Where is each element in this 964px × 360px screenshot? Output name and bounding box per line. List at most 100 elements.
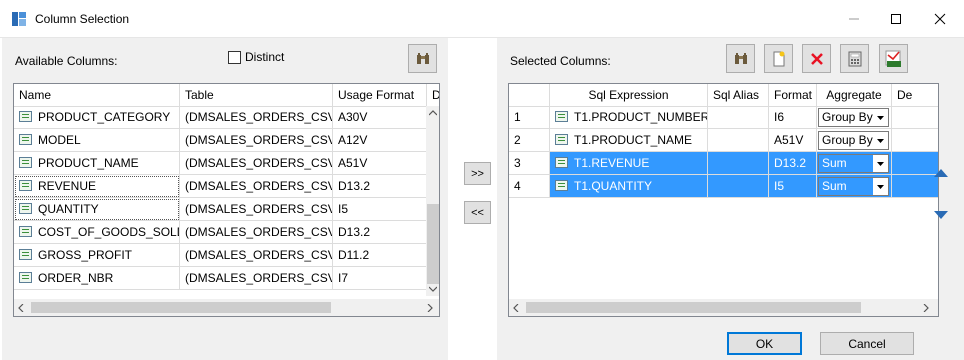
de-cell[interactable] — [892, 106, 938, 129]
table-cell[interactable]: (DMSALES_ORDERS_CSV) — [180, 267, 333, 290]
vertical-scroll-thumb[interactable] — [427, 204, 439, 284]
find-selected-button[interactable] — [726, 44, 755, 73]
header-usage-format[interactable]: Usage Format — [333, 84, 427, 107]
sql-expression-cell[interactable]: T1.QUANTITY — [550, 175, 708, 198]
table-cell[interactable]: (DMSALES_ORDERS_CSV) — [180, 175, 333, 198]
sql-alias-cell[interactable] — [708, 106, 769, 129]
usage-format-cell[interactable]: D13.2 — [333, 221, 427, 244]
minimize-button[interactable] — [834, 4, 874, 34]
available-column-row[interactable]: PRODUCT_CATEGORY (DMSALES_ORDERS_CSV) A30V — [14, 106, 427, 129]
move-down-button[interactable] — [927, 201, 955, 229]
dropdown-arrow-icon[interactable] — [873, 155, 888, 172]
aggregate-select[interactable]: Group By — [818, 131, 889, 150]
row-number[interactable]: 1 — [509, 106, 550, 129]
dropdown-arrow-icon[interactable] — [873, 109, 888, 126]
header-table[interactable]: Table — [180, 84, 333, 107]
sql-expression-cell[interactable]: T1.REVENUE — [550, 152, 708, 175]
available-column-row[interactable]: COST_OF_GOODS_SOLD (DMSALES_ORDERS_CSV) D1… — [14, 221, 427, 244]
dropdown-arrow-icon[interactable] — [873, 178, 888, 195]
column-name-cell[interactable]: REVENUE — [14, 175, 180, 198]
aggregate-cell[interactable]: Sum — [817, 175, 892, 198]
usage-format-cell[interactable]: I5 — [333, 198, 427, 221]
usage-format-cell[interactable]: A51V — [333, 152, 427, 175]
vertical-scrollbar[interactable] — [426, 106, 439, 296]
cancel-button[interactable]: Cancel — [820, 332, 914, 355]
format-cell[interactable]: A51V — [769, 129, 817, 152]
table-cell[interactable]: (DMSALES_ORDERS_CSV) — [180, 106, 333, 129]
column-name-cell[interactable]: PRODUCT_NAME — [14, 152, 180, 175]
find-column-button[interactable] — [408, 44, 437, 73]
sql-alias-cell[interactable] — [708, 129, 769, 152]
column-name-cell[interactable]: GROSS_PROFIT — [14, 244, 180, 267]
row-number[interactable]: 3 — [509, 152, 550, 175]
header-format[interactable]: Format — [769, 84, 817, 107]
format-cell[interactable]: I6 — [769, 106, 817, 129]
dropdown-arrow-icon[interactable] — [873, 132, 888, 149]
header-d[interactable]: D — [427, 84, 439, 107]
aggregate-cell[interactable]: Sum — [817, 152, 892, 175]
sql-expression-cell[interactable]: T1.PRODUCT_NAME — [550, 129, 708, 152]
column-name-cell[interactable]: ORDER_NBR — [14, 267, 180, 290]
header-de[interactable]: De — [892, 84, 938, 107]
row-number[interactable]: 2 — [509, 129, 550, 152]
table-cell[interactable]: (DMSALES_ORDERS_CSV) — [180, 221, 333, 244]
available-column-row[interactable]: GROSS_PROFIT (DMSALES_ORDERS_CSV) D11.2 — [14, 244, 427, 267]
scroll-right-icon[interactable] — [923, 304, 929, 312]
close-button[interactable] — [920, 4, 960, 34]
header-aggregate[interactable]: Aggregate — [817, 84, 892, 107]
available-column-row[interactable]: REVENUE (DMSALES_ORDERS_CSV) D13.2 — [14, 175, 427, 198]
de-cell[interactable] — [892, 129, 938, 152]
usage-format-cell[interactable]: D11.2 — [333, 244, 427, 267]
available-column-row[interactable]: PRODUCT_NAME (DMSALES_ORDERS_CSV) A51V — [14, 152, 427, 175]
table-cell[interactable]: (DMSALES_ORDERS_CSV) — [180, 129, 333, 152]
table-cell[interactable]: (DMSALES_ORDERS_CSV) — [180, 244, 333, 267]
horizontal-scroll-thumb[interactable] — [31, 302, 331, 313]
header-sql-expression[interactable]: Sql Expression — [550, 84, 708, 107]
move-up-button[interactable] — [927, 158, 955, 186]
available-column-row[interactable]: MODEL (DMSALES_ORDERS_CSV) A12V — [14, 129, 427, 152]
aggregate-select[interactable]: Sum — [818, 154, 889, 173]
format-cell[interactable]: I5 — [769, 175, 817, 198]
remove-columns-button[interactable]: << — [464, 201, 491, 224]
scroll-up-icon[interactable] — [429, 110, 437, 116]
scroll-down-icon[interactable] — [429, 286, 437, 292]
delete-column-button[interactable] — [802, 44, 831, 73]
new-expression-button[interactable] — [764, 44, 793, 73]
available-column-row[interactable]: ORDER_NBR (DMSALES_ORDERS_CSV) I7 — [14, 267, 427, 290]
usage-format-cell[interactable]: D13.2 — [333, 175, 427, 198]
selected-column-row[interactable]: 4 T1.QUANTITY I5 Sum — [509, 175, 938, 198]
selected-column-row[interactable]: 3 T1.REVENUE D13.2 Sum — [509, 152, 938, 175]
scroll-left-icon[interactable] — [513, 304, 519, 312]
horizontal-scrollbar[interactable] — [509, 299, 938, 316]
horizontal-scroll-thumb[interactable] — [526, 302, 861, 313]
sql-button[interactable] — [879, 44, 908, 73]
scroll-right-icon[interactable] — [427, 304, 433, 312]
header-sql-alias[interactable]: Sql Alias — [708, 84, 769, 107]
aggregate-cell[interactable]: Group By — [817, 106, 892, 129]
sql-expression-cell[interactable]: T1.PRODUCT_NUMBER — [550, 106, 708, 129]
column-name-cell[interactable]: COST_OF_GOODS_SOLD — [14, 221, 180, 244]
column-name-cell[interactable]: MODEL — [14, 129, 180, 152]
sql-alias-cell[interactable] — [708, 175, 769, 198]
selected-column-row[interactable]: 1 T1.PRODUCT_NUMBER I6 Group By — [509, 106, 938, 129]
format-cell[interactable]: D13.2 — [769, 152, 817, 175]
column-name-cell[interactable]: PRODUCT_CATEGORY — [14, 106, 180, 129]
aggregate-cell[interactable]: Group By — [817, 129, 892, 152]
ok-button[interactable]: OK — [727, 332, 802, 355]
calculator-button[interactable] — [840, 44, 869, 73]
scroll-left-icon[interactable] — [18, 304, 24, 312]
distinct-checkbox[interactable] — [228, 50, 241, 64]
available-column-row[interactable]: QUANTITY (DMSALES_ORDERS_CSV) I5 — [14, 198, 427, 221]
usage-format-cell[interactable]: A12V — [333, 129, 427, 152]
aggregate-select[interactable]: Sum — [818, 177, 889, 196]
usage-format-cell[interactable]: I7 — [333, 267, 427, 290]
usage-format-cell[interactable]: A30V — [333, 106, 427, 129]
header-name[interactable]: Name — [14, 84, 180, 107]
table-cell[interactable]: (DMSALES_ORDERS_CSV) — [180, 152, 333, 175]
add-columns-button[interactable]: >> — [464, 162, 491, 185]
horizontal-scrollbar[interactable] — [14, 299, 439, 316]
sql-alias-cell[interactable] — [708, 152, 769, 175]
aggregate-select[interactable]: Group By — [818, 108, 889, 127]
selected-column-row[interactable]: 2 T1.PRODUCT_NAME A51V Group By — [509, 129, 938, 152]
row-number[interactable]: 4 — [509, 175, 550, 198]
